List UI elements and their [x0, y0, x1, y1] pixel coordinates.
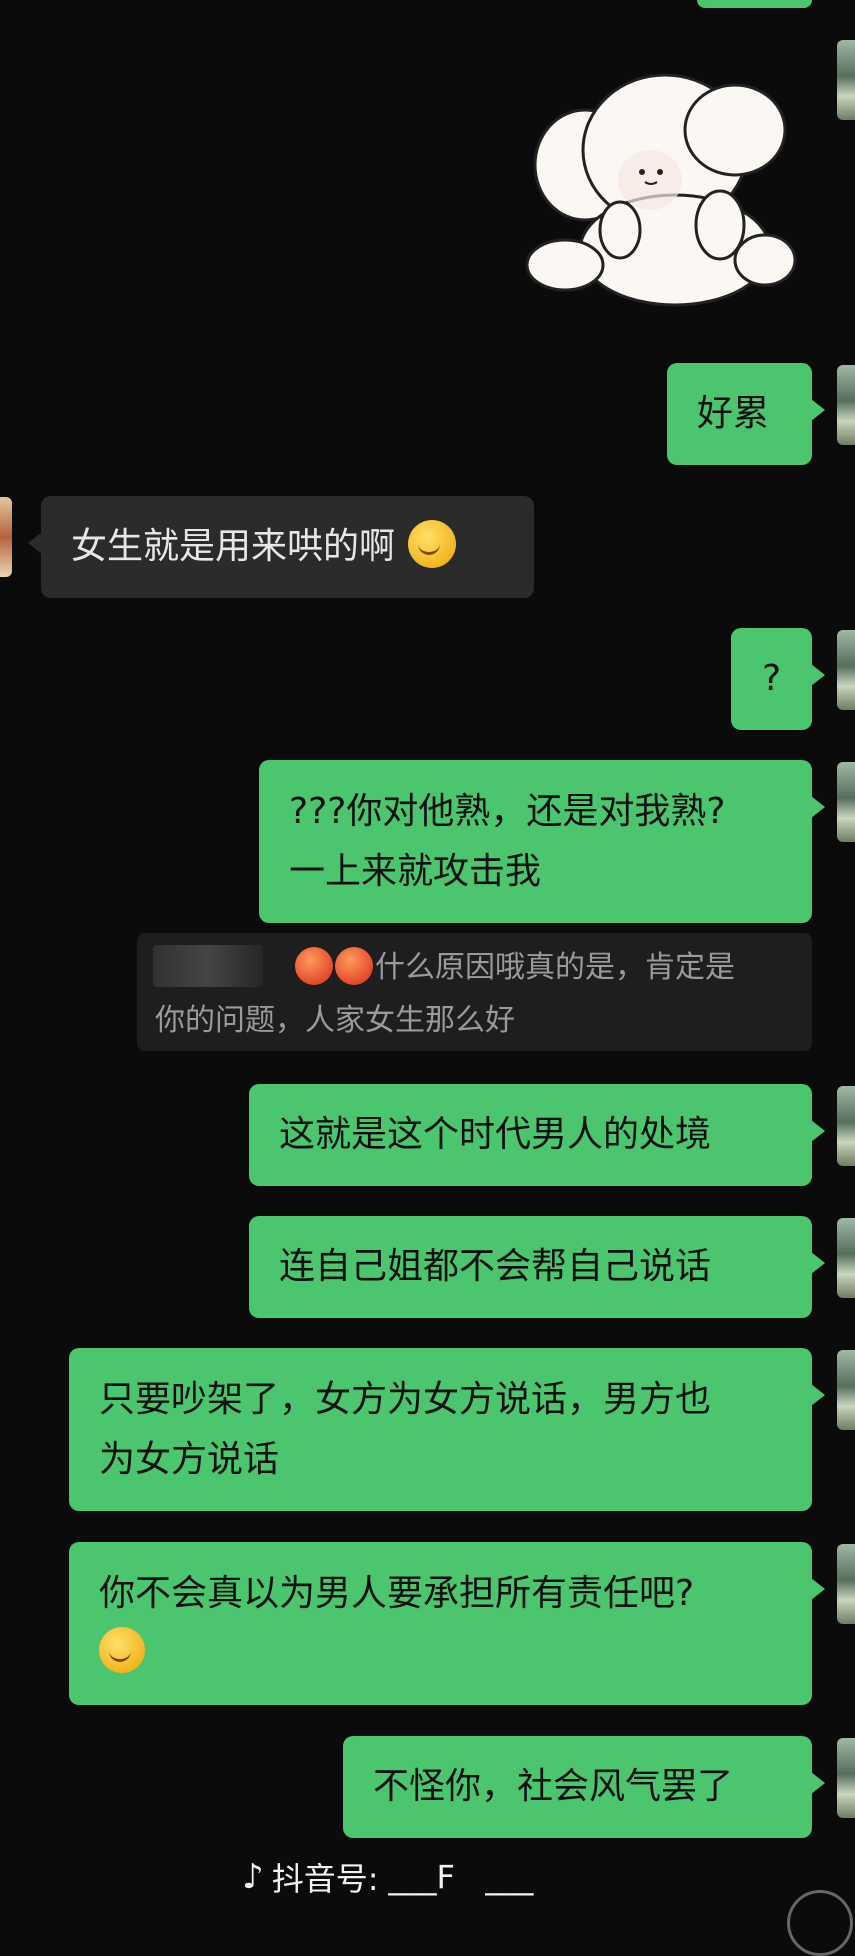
- avatar-self: [837, 630, 855, 710]
- quoted-reply[interactable]: 什么原因哦真的是，肯定是 你的问题，人家女生那么好: [137, 933, 812, 1051]
- message-text: ?: [761, 658, 782, 699]
- quote-text: 你的问题，人家女生那么好: [155, 1003, 515, 1038]
- douyin-watermark: ♪ 抖音号: ___F ___: [242, 1852, 533, 1902]
- douyin-logo-icon: ♪: [242, 1857, 264, 1897]
- watermark-id: ___F ___: [388, 1858, 534, 1896]
- message-text-line: 你不会真以为男人要承担所有责任吧?: [99, 1573, 695, 1614]
- message-bubble-sent[interactable]: ???你对他熟，还是对我熟? 一上来就攻击我: [259, 760, 825, 923]
- message-text: 好累: [697, 393, 770, 434]
- angry-face-emoji-icon: [335, 947, 373, 985]
- partial-top-bubble: [697, 0, 812, 8]
- watermark-label: 抖音号:: [271, 1860, 379, 1898]
- avatar-contact: [0, 497, 12, 577]
- message-bubble-sent[interactable]: ?: [731, 628, 825, 730]
- message-text-line: 只要吵架了，女方为女方说话，男方也: [99, 1379, 712, 1420]
- avatar-self: [837, 1218, 855, 1298]
- message-emoji-line: [99, 1624, 812, 1684]
- quote-line-2: 你的问题，人家女生那么好: [155, 1001, 515, 1041]
- message-bubble-sent[interactable]: 只要吵架了，女方为女方说话，男方也 为女方说话: [69, 1348, 825, 1511]
- message-bubble-received[interactable]: 女生就是用来哄的啊: [28, 496, 534, 598]
- message-text: 不怪你，社会风气罢了: [373, 1766, 734, 1807]
- corner-circle-icon: [787, 1890, 853, 1956]
- smile-sweat-emoji-icon: [408, 520, 457, 568]
- message-bubble-sent[interactable]: 连自己姐都不会帮自己说话: [249, 1216, 825, 1318]
- avatar-self: [837, 1738, 855, 1818]
- smile-sweat-emoji-icon: [99, 1627, 145, 1673]
- avatar-self: [837, 1544, 855, 1624]
- message-text: 女生就是用来哄的啊: [71, 526, 396, 567]
- message-bubble-sent[interactable]: 你不会真以为男人要承担所有责任吧?: [69, 1542, 825, 1705]
- quote-line-1: 什么原因哦真的是，肯定是: [295, 947, 735, 988]
- quote-text: 什么原因哦真的是，肯定是: [375, 950, 735, 985]
- avatar-self: [837, 762, 855, 842]
- message-text-line: ???你对他熟，还是对我熟?: [289, 791, 726, 832]
- message-text-line: 一上来就攻击我: [289, 851, 542, 892]
- message-text-line: 为女方说话: [99, 1439, 280, 1480]
- blurred-quote-sender: [153, 945, 263, 987]
- message-bubble-sent[interactable]: 这就是这个时代男人的处境: [249, 1084, 825, 1186]
- avatar-self: [837, 40, 855, 120]
- message-bubble-sent[interactable]: 不怪你，社会风气罢了: [343, 1736, 825, 1838]
- message-text: 这就是这个时代男人的处境: [279, 1114, 712, 1155]
- angry-face-emoji-icon: [295, 947, 333, 985]
- avatar-self: [837, 365, 855, 445]
- avatar-self: [837, 1350, 855, 1430]
- bunny-sticker-icon: [525, 60, 800, 310]
- avatar-self: [837, 1086, 855, 1166]
- message-bubble-sent[interactable]: 好累: [667, 363, 825, 465]
- message-text: 连自己姐都不会帮自己说话: [279, 1246, 712, 1287]
